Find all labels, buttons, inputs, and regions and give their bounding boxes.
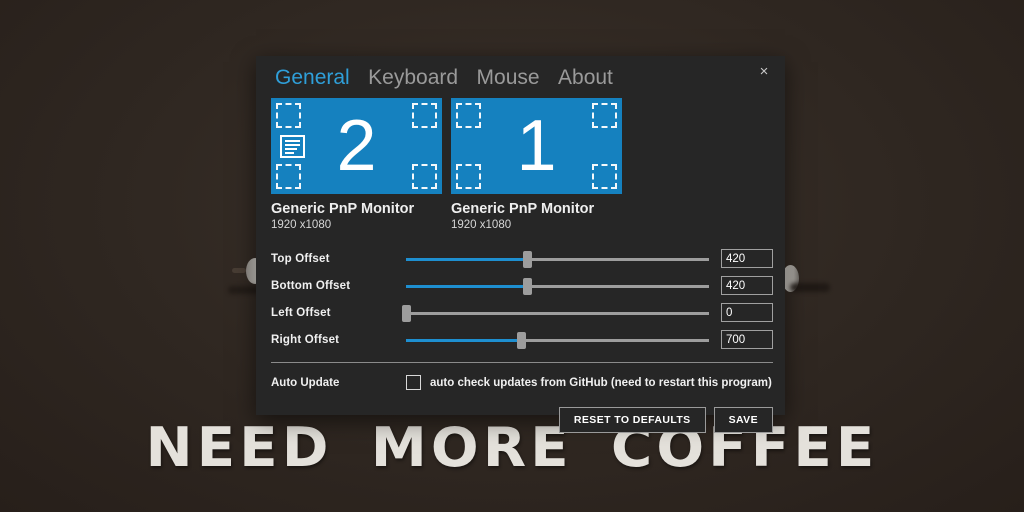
slider-fill	[406, 257, 528, 261]
auto-update-checkbox[interactable]	[406, 375, 421, 390]
tab-about[interactable]: About	[551, 64, 620, 92]
auto-update-description: auto check updates from GitHub (need to …	[430, 376, 772, 389]
slider-thumb[interactable]	[523, 250, 533, 268]
monitor-name: Generic PnP Monitor	[451, 201, 595, 217]
monitor-resolution: 1920 x1080	[271, 219, 332, 231]
value-input-top-offset[interactable]: 420	[721, 249, 773, 268]
monitor-preview-2[interactable]: 2	[271, 98, 442, 194]
value-input-bottom-offset[interactable]: 420	[721, 276, 773, 295]
tab-keyboard[interactable]: Keyboard	[361, 64, 465, 92]
slider-thumb[interactable]	[523, 277, 533, 295]
slider-row-left-offset: Left Offset 0	[271, 299, 773, 326]
dialog-button-bar: RESET TO DEFAULTS SAVE	[256, 390, 785, 433]
save-button[interactable]: SAVE	[713, 407, 773, 433]
monitor-name: Generic PnP Monitor	[271, 201, 415, 217]
monitor-number-label: 1	[516, 106, 557, 186]
slider-fill	[406, 284, 528, 288]
mug-shadow-right	[790, 283, 830, 292]
monitor-number-label: 2	[336, 106, 377, 186]
auto-update-label: Auto Update	[271, 376, 340, 389]
slider-bottom-offset[interactable]	[406, 276, 709, 296]
slider-left-offset[interactable]	[402, 303, 709, 323]
slider-thumb[interactable]	[402, 304, 411, 322]
value-input-left-offset[interactable]: 0	[721, 303, 773, 322]
value-input-right-offset[interactable]: 700	[721, 330, 773, 349]
slider-top-offset[interactable]	[406, 249, 709, 269]
reset-to-defaults-button[interactable]: RESET TO DEFAULTS	[558, 407, 706, 433]
slider-row-right-offset: Right Offset 700	[271, 326, 773, 353]
tab-bar: General Keyboard Mouse About ×	[256, 56, 785, 98]
slider-fill	[406, 338, 522, 342]
offset-sliders: Top Offset 420 Bottom Offset 420 Left Of…	[256, 245, 785, 353]
slider-label-right-offset: Right Offset	[271, 333, 340, 346]
slider-right-offset[interactable]	[406, 330, 709, 350]
monitor-preview-1[interactable]: 1	[451, 98, 622, 194]
slider-label-bottom-offset: Bottom Offset	[271, 279, 351, 292]
monitor-resolution: 1920 x1080	[451, 219, 512, 231]
slider-row-bottom-offset: Bottom Offset 420	[271, 272, 773, 299]
auto-update-row: Auto Update auto check updates from GitH…	[256, 363, 785, 390]
monitor-item-2[interactable]: 2 Generic PnP Monitor 1920 x1080	[271, 98, 442, 231]
tab-general[interactable]: General	[268, 64, 357, 92]
slider-row-top-offset: Top Offset 420	[271, 245, 773, 272]
close-icon[interactable]: ×	[753, 62, 775, 82]
monitor-item-1[interactable]: 1 Generic PnP Monitor 1920 x1080	[451, 98, 622, 231]
slider-label-left-offset: Left Offset	[271, 306, 331, 319]
slider-thumb[interactable]	[517, 331, 527, 349]
tab-mouse[interactable]: Mouse	[470, 64, 547, 92]
settings-dialog: General Keyboard Mouse About × 2 Generic…	[256, 56, 785, 433]
monitor-list: 2 Generic PnP Monitor 1920 x1080 1 Gener…	[256, 98, 785, 231]
slider-label-top-offset: Top Offset	[271, 252, 330, 265]
mug-speck-decoration	[232, 268, 246, 273]
slider-track	[406, 311, 709, 315]
